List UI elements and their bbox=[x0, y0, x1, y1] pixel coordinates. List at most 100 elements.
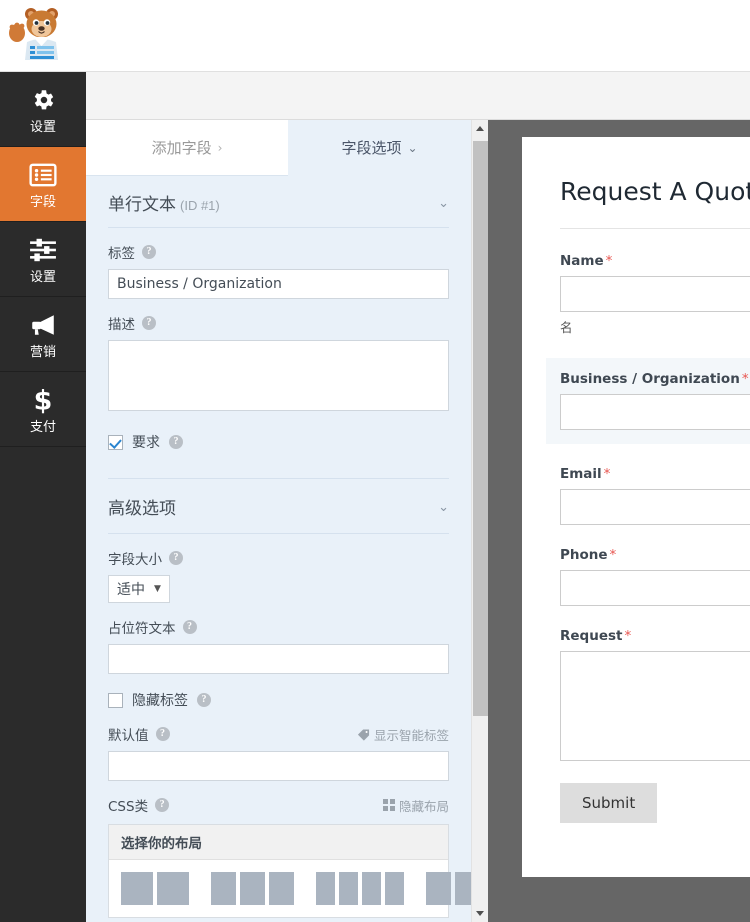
required-row: 要求 ? bbox=[108, 416, 449, 452]
css-class-row: CSS类 ? 隐藏布局 选择你的布局 bbox=[108, 781, 449, 918]
sidebar-item-label: 设置 bbox=[30, 271, 56, 284]
layout-column bbox=[269, 872, 294, 905]
default-value-text: 默认值 bbox=[108, 724, 149, 744]
page-title: Request A Quote bbox=[560, 177, 750, 206]
business-organization-input[interactable] bbox=[560, 394, 750, 430]
preview-field-label: Request* bbox=[560, 628, 750, 644]
panel-body: 单行文本(ID #1) ⌄ 标签 ? 描述 bbox=[86, 176, 471, 918]
advanced-options-title: 高级选项 bbox=[108, 494, 176, 519]
request-textarea[interactable] bbox=[560, 651, 750, 761]
help-icon[interactable]: ? bbox=[142, 316, 156, 330]
submit-button[interactable]: Submit bbox=[560, 783, 657, 823]
wpforms-bear-logo[interactable] bbox=[6, 4, 68, 66]
description-row-left: 描述 ? bbox=[108, 313, 156, 333]
css-class-text: CSS类 bbox=[108, 795, 148, 815]
field-options-panel: 添加字段 › 字段选项 ⌄ 单行文本(ID #1) ⌄ 标签 bbox=[86, 120, 471, 922]
layout-option-four-equal-columns[interactable] bbox=[316, 872, 404, 905]
logo-strip bbox=[0, 0, 750, 72]
chevron-down-icon: ⌄ bbox=[438, 499, 449, 515]
help-icon[interactable]: ? bbox=[183, 620, 197, 634]
preview-field-name[interactable]: Name* 名 bbox=[560, 253, 750, 336]
scroll-up-arrow-icon[interactable] bbox=[472, 120, 488, 137]
layout-column bbox=[426, 872, 451, 905]
hide-label-row: 隐藏标签 ? bbox=[108, 674, 449, 710]
preview-field-email[interactable]: Email* bbox=[560, 466, 750, 525]
chevron-right-icon: › bbox=[218, 141, 223, 155]
default-value-input[interactable] bbox=[108, 751, 449, 781]
panel-scrollbar[interactable] bbox=[471, 120, 488, 922]
preview-field-request[interactable]: Request* bbox=[560, 628, 750, 761]
tab-field-options-label: 字段选项 bbox=[341, 137, 401, 158]
title-divider bbox=[560, 228, 750, 229]
tab-add-fields[interactable]: 添加字段 › bbox=[86, 120, 288, 176]
field-id: (ID #1) bbox=[180, 198, 220, 213]
hide-layout-link[interactable]: 隐藏布局 bbox=[383, 796, 449, 815]
scrollbar-thumb[interactable] bbox=[473, 141, 488, 716]
show-smart-tags-link[interactable]: 显示智能标签 bbox=[357, 725, 449, 744]
field-size-select[interactable]: 适中 ▼ bbox=[108, 575, 170, 603]
scroll-down-arrow-icon[interactable] bbox=[472, 905, 488, 922]
sliders-icon bbox=[29, 235, 57, 265]
required-asterisk: * bbox=[742, 371, 749, 387]
tag-icon bbox=[357, 728, 370, 741]
required-asterisk: * bbox=[604, 466, 611, 482]
preview-field-business-organization[interactable]: Business / Organization* bbox=[546, 358, 750, 444]
help-icon[interactable]: ? bbox=[197, 693, 211, 707]
label-row: 标签 ? bbox=[108, 228, 449, 299]
label-row-header: 标签 ? bbox=[108, 242, 449, 262]
layout-option-three-equal-columns[interactable] bbox=[211, 872, 294, 905]
chevron-down-icon: ▼ bbox=[154, 584, 161, 594]
help-icon[interactable]: ? bbox=[169, 435, 183, 449]
hide-label-checkbox[interactable] bbox=[108, 693, 123, 708]
sidebar-item-marketing[interactable]: 营销 bbox=[0, 297, 86, 372]
preview-field-label-text: Business / Organization bbox=[560, 371, 740, 387]
layout-column bbox=[316, 872, 335, 905]
help-icon[interactable]: ? bbox=[155, 798, 169, 812]
field-header[interactable]: 单行文本(ID #1) ⌄ bbox=[108, 176, 449, 228]
name-input[interactable] bbox=[560, 276, 750, 312]
tab-field-options[interactable]: 字段选项 ⌄ bbox=[288, 120, 471, 176]
phone-input[interactable] bbox=[560, 570, 750, 606]
sidebar-item-fields[interactable]: 字段 bbox=[0, 147, 86, 222]
sidebar-item-label: 营销 bbox=[30, 346, 56, 359]
field-size-row-header: 字段大小 ? bbox=[108, 548, 449, 568]
sidebar-item-payments[interactable]: $ 支付 bbox=[0, 372, 86, 447]
chevron-down-icon: ⌄ bbox=[438, 195, 449, 211]
layout-picker-options bbox=[109, 860, 448, 917]
layout-option-one-third-two-thirds-columns[interactable] bbox=[426, 872, 471, 905]
help-icon[interactable]: ? bbox=[169, 551, 183, 565]
layout-option-two-equal-columns[interactable] bbox=[121, 872, 189, 905]
hide-layout-label: 隐藏布局 bbox=[399, 796, 449, 815]
preview-field-label: Phone* bbox=[560, 547, 750, 563]
chevron-down-icon: ⌄ bbox=[407, 141, 417, 155]
help-icon[interactable]: ? bbox=[142, 245, 156, 259]
description-row-header: 描述 ? bbox=[108, 313, 449, 333]
email-input[interactable] bbox=[560, 489, 750, 525]
layout-picker: 选择你的布局 bbox=[108, 824, 449, 918]
default-value-row-header: 默认值 ? 显示智能标签 bbox=[108, 724, 449, 744]
layout-column bbox=[455, 872, 471, 905]
required-asterisk: * bbox=[606, 253, 613, 269]
placeholder-row-text: 占位符文本 bbox=[108, 617, 176, 637]
sidebar-item-settings[interactable]: 设置 bbox=[0, 222, 86, 297]
default-value-row-left: 默认值 ? bbox=[108, 724, 170, 744]
preview-field-label: Name* bbox=[560, 253, 750, 269]
help-icon[interactable]: ? bbox=[156, 727, 170, 741]
form-preview-card: Request A Quote Name* 名 Business / Organ… bbox=[522, 137, 750, 877]
field-size-row: 字段大小 ? 适中 ▼ bbox=[108, 534, 449, 603]
description-textarea[interactable] bbox=[108, 340, 449, 411]
layout-column bbox=[121, 872, 153, 905]
sidebar-item-setup[interactable]: 设置 bbox=[0, 72, 86, 147]
required-checkbox[interactable] bbox=[108, 435, 123, 450]
megaphone-icon bbox=[29, 310, 57, 340]
preview-field-phone[interactable]: Phone* bbox=[560, 547, 750, 606]
preview-field-label: Business / Organization* bbox=[560, 371, 750, 387]
label-input[interactable] bbox=[108, 269, 449, 299]
placeholder-row-left: 占位符文本 ? bbox=[108, 617, 197, 637]
top-toolbar bbox=[86, 72, 750, 120]
placeholder-input[interactable] bbox=[108, 644, 449, 674]
preview-field-label-text: Request bbox=[560, 628, 622, 644]
layout-column bbox=[362, 872, 381, 905]
advanced-options-section[interactable]: 高级选项 ⌄ bbox=[108, 479, 449, 534]
layout-picker-title: 选择你的布局 bbox=[109, 825, 448, 860]
